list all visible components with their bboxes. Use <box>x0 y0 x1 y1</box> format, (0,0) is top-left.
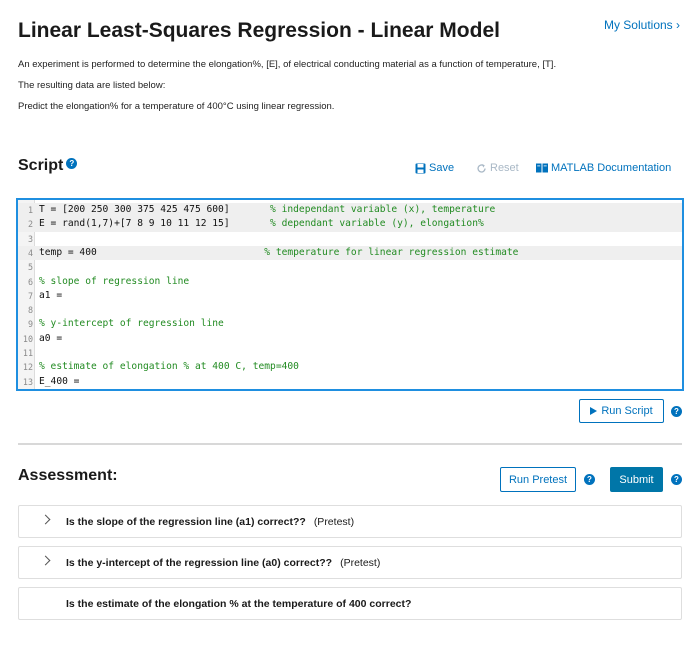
save-icon <box>415 163 426 173</box>
page-title: Linear Least-Squares Regression - Linear… <box>18 19 500 42</box>
submit-help-icon[interactable]: ? <box>671 474 682 485</box>
line-number: 7 <box>27 290 33 301</box>
run-script-button[interactable]: Run Script <box>579 399 664 423</box>
script-heading: Script? <box>18 157 78 175</box>
problem-line-2: The resulting data are listed below: <box>18 80 166 91</box>
book-icon <box>536 163 548 173</box>
code-line[interactable]: 2 E = rand(1,7)+[7 8 9 10 11 12 15] % dep… <box>18 217 682 232</box>
code-line[interactable]: 3 <box>18 232 682 246</box>
assessment-item-text: Is the slope of the regression line (a1)… <box>66 516 354 528</box>
section-divider <box>18 443 682 445</box>
assessment-item-estimate[interactable]: Is the estimate of the elongation % at t… <box>18 587 682 620</box>
run-script-help-icon[interactable]: ? <box>671 406 682 417</box>
script-title: Script <box>18 157 64 174</box>
run-pretest-button[interactable]: Run Pretest <box>500 467 576 492</box>
code-statement: a1 = <box>39 289 63 301</box>
line-number: 1 <box>27 205 33 215</box>
code-text: T = [200 250 300 375 425 475 600] % inde… <box>39 203 495 217</box>
line-number: 11 <box>22 348 33 358</box>
save-label: Save <box>429 162 455 174</box>
reset-icon <box>477 163 486 173</box>
code-comment: % dependant variable (y), elongation% <box>270 218 484 230</box>
code-line[interactable]: 10 a0 = <box>18 332 682 346</box>
code-line[interactable]: 9 % y-intercept of regression line <box>18 317 682 331</box>
code-line[interactable]: 1 T = [200 250 300 375 425 475 600] % ind… <box>18 203 682 218</box>
assessment-item-text: Is the y-intercept of the regression lin… <box>66 557 380 569</box>
submit-button[interactable]: Submit <box>610 467 663 492</box>
assessment-item-label: Is the y-intercept of the regression lin… <box>66 556 333 569</box>
line-number: 12 <box>22 362 33 373</box>
save-button[interactable]: Save <box>415 162 454 174</box>
code-line[interactable]: 12 % estimate of elongation % at 400 C, t… <box>18 360 682 374</box>
code-padding <box>230 218 270 229</box>
code-statement: T = [200 250 300 375 425 475 600] <box>39 204 230 215</box>
assessment-item-slope[interactable]: Is the slope of the regression line (a1)… <box>18 505 682 538</box>
line-number: 9 <box>27 319 33 330</box>
line-number: 13 <box>22 376 33 387</box>
code-line[interactable]: 8 <box>18 303 682 317</box>
code-text: a1 = <box>39 289 62 303</box>
chevron-right-icon[interactable] <box>40 514 51 525</box>
run-script-label: Run Script <box>601 405 653 417</box>
docs-label: MATLAB Documentation <box>551 162 672 174</box>
code-line[interactable]: 6 % slope of regression line <box>18 275 682 289</box>
assessment-item-label: Is the slope of the regression line (a1)… <box>66 515 306 528</box>
code-comment: % y-intercept of regression line <box>39 318 224 330</box>
code-line[interactable]: 11 <box>18 346 682 360</box>
code-text: % estimate of elongation % at 400 C, tem… <box>39 360 299 374</box>
line-number: 5 <box>27 262 33 273</box>
code-editor[interactable]: 1 T = [200 250 300 375 425 475 600] % ind… <box>16 198 684 391</box>
matlab-documentation-link[interactable]: MATLAB Documentation <box>536 162 671 174</box>
assessment-item-intercept[interactable]: Is the y-intercept of the regression lin… <box>18 546 682 579</box>
code-comment: % temperature for linear regression esti… <box>264 246 519 258</box>
code-line[interactable]: 5 <box>18 260 682 274</box>
line-number: 8 <box>27 305 33 316</box>
script-help-icon[interactable]: ? <box>66 158 78 170</box>
code-text: a0 = <box>39 332 62 346</box>
code-statement: temp = 400 <box>39 246 97 258</box>
line-number: 3 <box>27 233 33 244</box>
problem-line-3: Predict the elongation% for a temperatur… <box>18 101 335 112</box>
code-text: E = rand(1,7)+[7 8 9 10 11 12 15] % depe… <box>39 217 484 231</box>
pretest-tag: (Pretest) <box>340 556 381 569</box>
code-line[interactable]: 13 E_400 = <box>18 375 682 389</box>
pretest-tag: (Pretest) <box>313 515 355 528</box>
code-text: E_400 = <box>39 375 79 389</box>
code-text: % slope of regression line <box>39 275 189 289</box>
line-number: 6 <box>27 276 33 287</box>
line-number: 10 <box>22 333 33 344</box>
code-comment: % slope of regression line <box>39 275 190 287</box>
assessment-item-text: Is the estimate of the elongation % at t… <box>66 598 411 610</box>
assessment-item-label: Is the estimate of the elongation % at t… <box>66 597 412 610</box>
problem-line-1: An experiment is performed to determine … <box>18 59 557 70</box>
line-number: 4 <box>27 247 33 258</box>
code-line[interactable]: 7 a1 = <box>18 289 682 303</box>
reset-button[interactable]: Reset <box>476 162 519 174</box>
reset-label: Reset <box>490 162 519 174</box>
line-number: 2 <box>27 219 33 230</box>
code-statement: a0 = <box>39 332 63 344</box>
play-icon <box>590 407 598 415</box>
code-text: % y-intercept of regression line <box>39 317 224 331</box>
code-text: temp = 400 % temperature for linear regr… <box>39 246 518 260</box>
code-statement: E = rand(1,7)+[7 8 9 10 11 12 15] <box>39 218 230 230</box>
code-comment: % estimate of elongation % at 400 C, tem… <box>39 361 299 373</box>
my-solutions-link[interactable]: My Solutions › <box>604 18 680 32</box>
code-line[interactable]: 4 temp = 400 % temperature for linear reg… <box>18 245 682 261</box>
code-padding <box>230 204 270 215</box>
code-statement: E_400 = <box>39 375 80 387</box>
assessment-title: Assessment: <box>18 467 118 484</box>
pretest-help-icon[interactable]: ? <box>584 474 595 485</box>
chevron-right-icon[interactable] <box>40 555 51 566</box>
code-padding <box>97 247 265 258</box>
code-comment: % independant variable (x), temperature <box>270 204 496 215</box>
